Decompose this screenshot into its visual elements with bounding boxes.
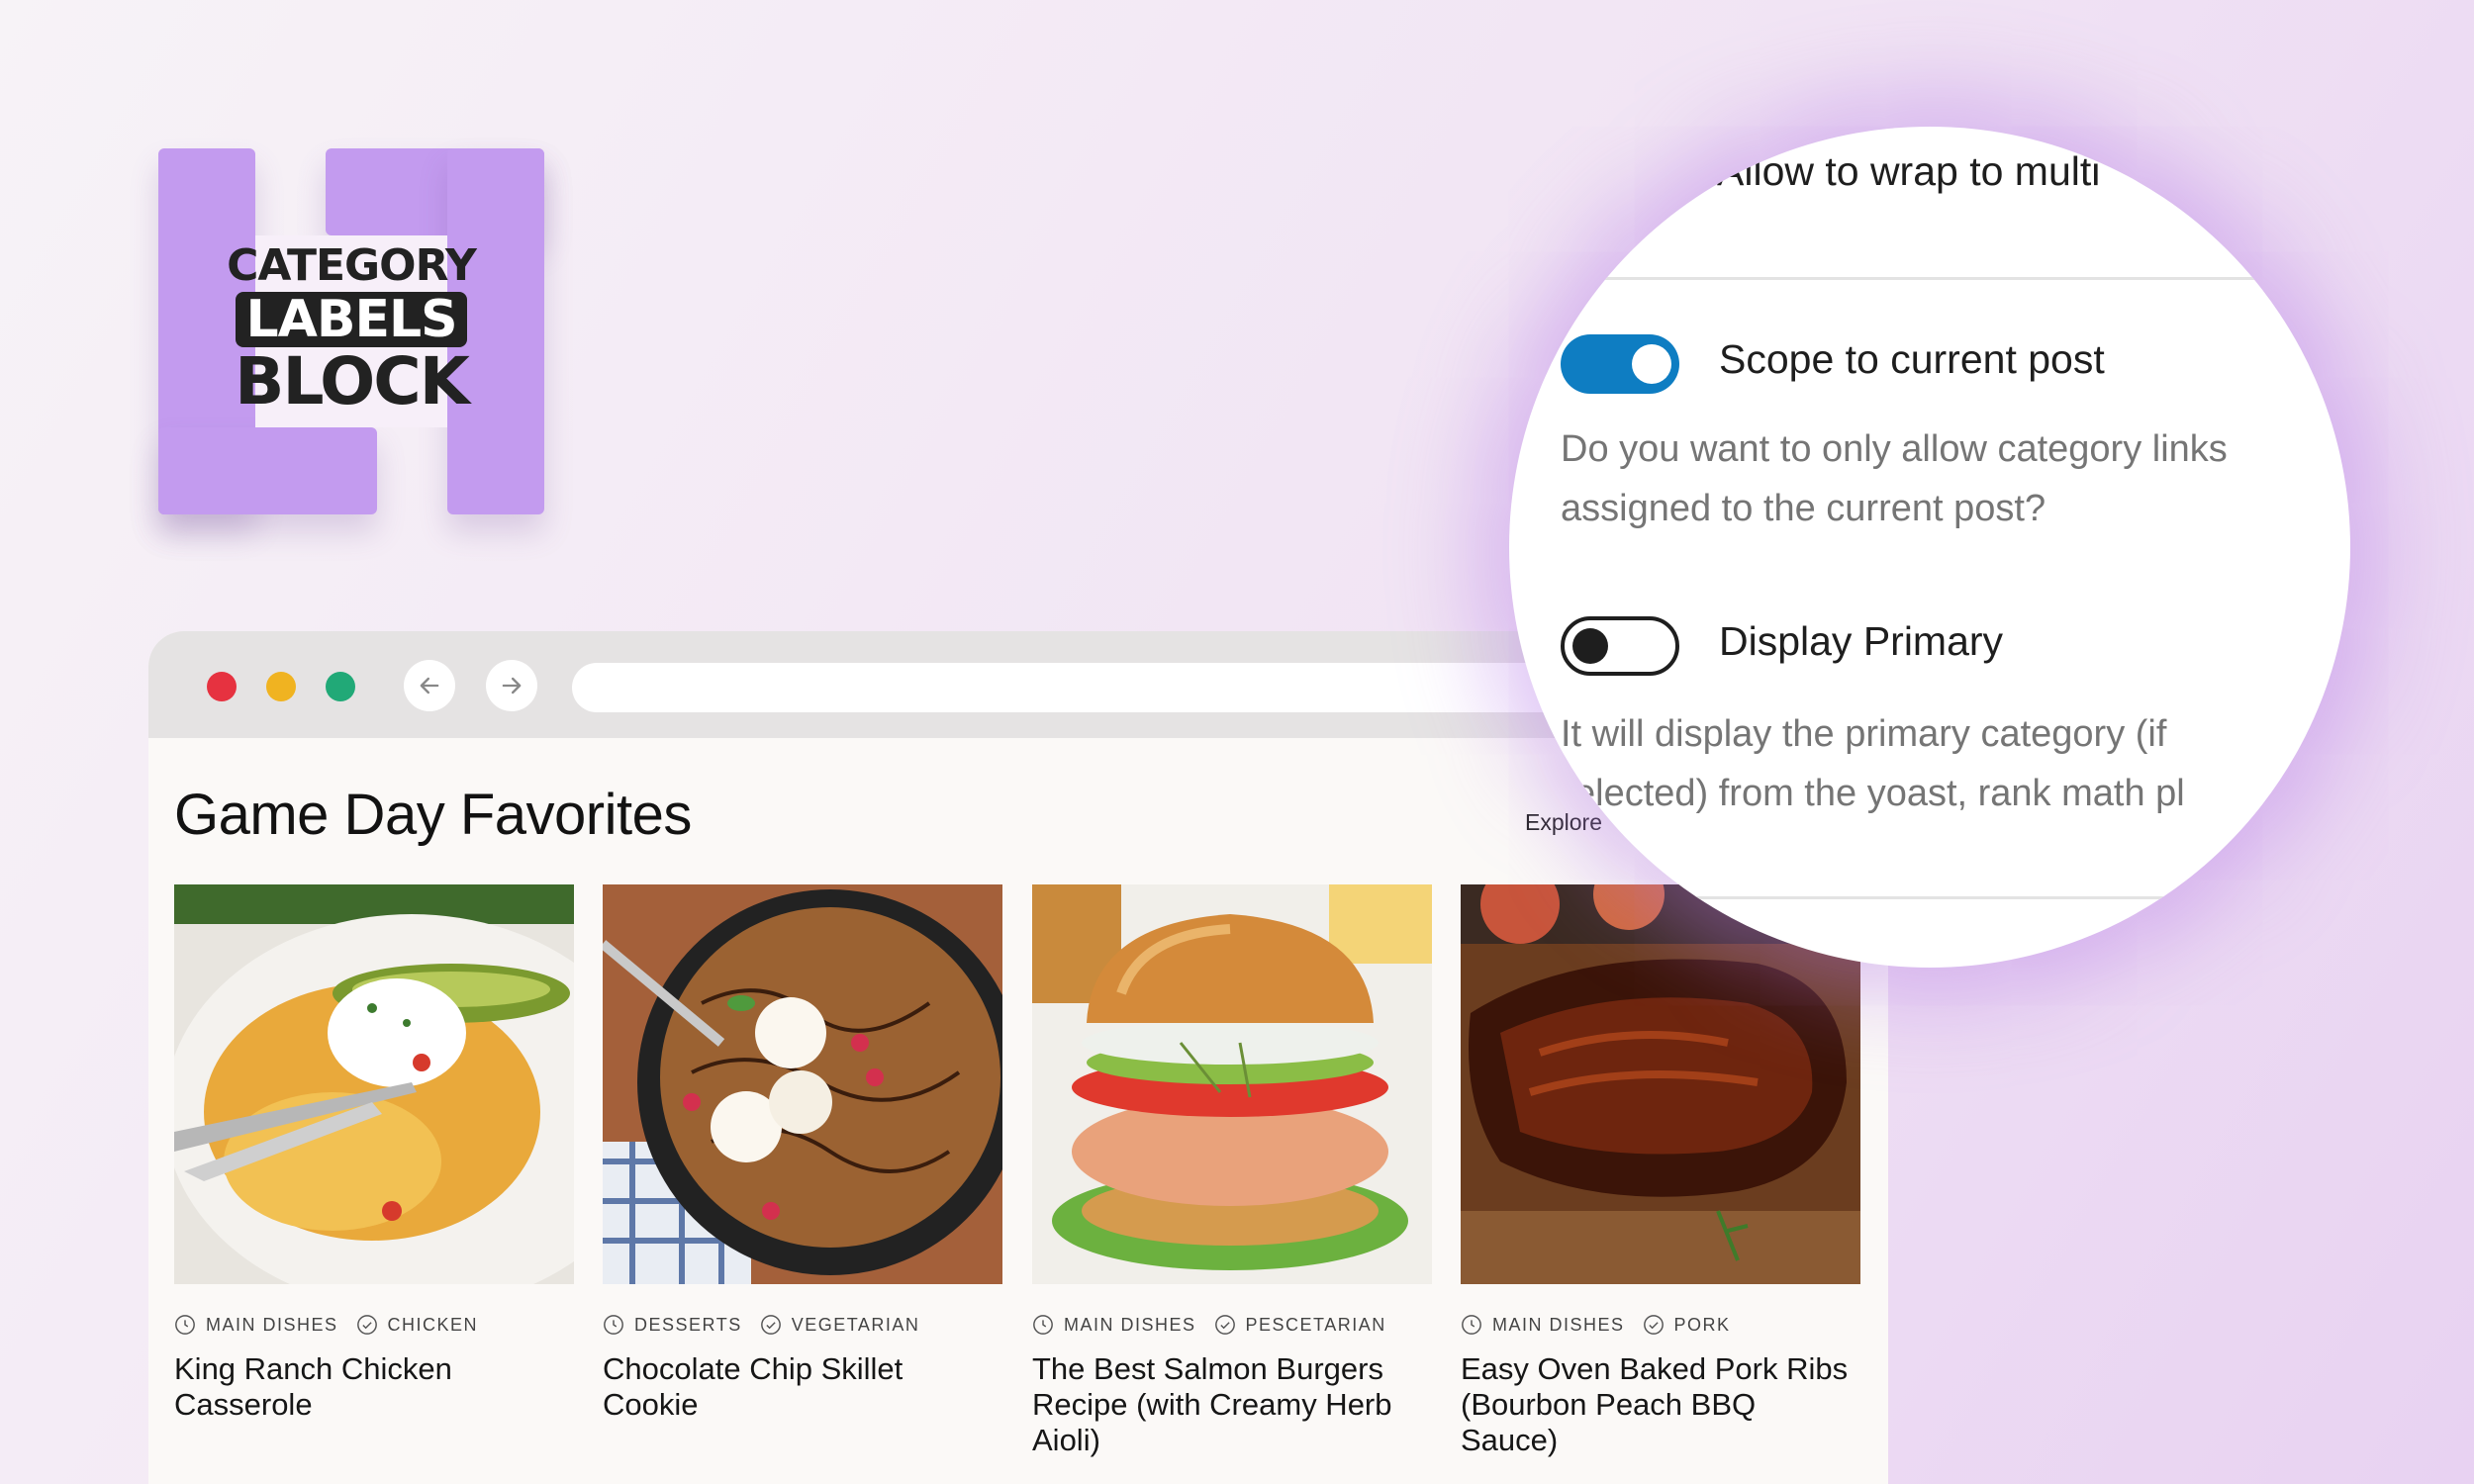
scope-help-line-1: Do you want to only allow category links	[1561, 428, 2228, 470]
recipe-card[interactable]: DESSERTS VEGETARIAN Chocolate Chip Skill…	[603, 884, 1002, 1423]
primary-help-line-1: It will display the primary category (if	[1561, 713, 2167, 755]
primary-help-line-2: elected) from the yoast, rank math pl	[1574, 773, 2185, 814]
forward-button[interactable]	[486, 660, 537, 711]
display-primary-toggle[interactable]	[1561, 616, 1679, 676]
minimize-window-dot[interactable]	[266, 672, 296, 701]
recipe-photo-skillet-cookie[interactable]	[603, 884, 1002, 1284]
recipe-title[interactable]: Easy Oven Baked Pork Ribs (Bourbon Peach…	[1461, 1351, 1860, 1458]
recipe-title[interactable]: King Ranch Chicken Casserole	[174, 1351, 574, 1423]
wrap-option-label: Allow to wrap to multi	[1717, 148, 2101, 194]
category-labels: MAIN DISHES CHICKEN	[174, 1314, 574, 1336]
close-window-dot[interactable]	[207, 672, 237, 701]
clock-icon	[1033, 1315, 1053, 1335]
logo-bracket-bottom	[158, 427, 377, 514]
settings-zoom-callout: Allow to wrap to multi Scope to current …	[1509, 127, 2350, 968]
recipe-title[interactable]: Chocolate Chip Skillet Cookie	[603, 1351, 1002, 1423]
toggle-knob	[1632, 344, 1671, 384]
arrow-right-icon	[502, 677, 522, 695]
toggle-knob	[1572, 628, 1608, 664]
logo-wordmark: CATEGORY LABELS BLOCK	[158, 244, 544, 415]
category-labels: MAIN DISHES PORK	[1461, 1314, 1860, 1336]
check-circle-icon	[760, 1315, 781, 1335]
recipe-photo-casserole[interactable]	[174, 884, 574, 1284]
category-label-primary[interactable]: MAIN DISHES	[1492, 1315, 1625, 1336]
category-label-secondary[interactable]: PESCETARIAN	[1246, 1315, 1386, 1336]
category-label-secondary[interactable]: PORK	[1674, 1315, 1731, 1336]
check-circle-icon	[356, 1315, 377, 1335]
settings-divider	[1509, 896, 2350, 899]
category-label-primary[interactable]: DESSERTS	[634, 1315, 742, 1336]
category-labels: DESSERTS VEGETARIAN	[603, 1314, 1002, 1336]
recipe-card[interactable]: MAIN DISHES PORK Easy Oven Baked Pork Ri…	[1461, 884, 1860, 1458]
scope-to-current-post-label: Scope to current post	[1719, 336, 2105, 382]
category-labels-block-logo: CATEGORY LABELS BLOCK	[158, 148, 544, 514]
clock-icon	[1462, 1315, 1481, 1335]
logo-word-block: BLOCK	[235, 343, 470, 419]
arrow-left-icon	[420, 677, 439, 695]
category-label-secondary[interactable]: CHICKEN	[388, 1315, 479, 1336]
check-circle-icon	[1643, 1315, 1664, 1335]
display-primary-label: Display Primary	[1719, 618, 2004, 664]
maximize-window-dot[interactable]	[326, 672, 355, 701]
recipe-photo-salmon-burger[interactable]	[1032, 884, 1432, 1284]
category-label-secondary[interactable]: VEGETARIAN	[792, 1315, 920, 1336]
clock-icon	[175, 1315, 195, 1335]
logo-word-category: CATEGORY	[227, 240, 477, 291]
check-circle-icon	[1214, 1315, 1235, 1335]
category-label-primary[interactable]: MAIN DISHES	[1064, 1315, 1196, 1336]
category-label-primary[interactable]: MAIN DISHES	[206, 1315, 338, 1336]
clock-icon	[604, 1315, 623, 1335]
section-title: Game Day Favorites	[174, 783, 692, 847]
category-labels: MAIN DISHES PESCETARIAN	[1032, 1314, 1432, 1336]
recipe-title[interactable]: The Best Salmon Burgers Recipe (with Cre…	[1032, 1351, 1432, 1458]
back-button[interactable]	[404, 660, 455, 711]
recipe-card[interactable]: MAIN DISHES CHICKEN King Ranch Chicken C…	[174, 884, 574, 1423]
recipe-card[interactable]: MAIN DISHES PESCETARIAN The Best Salmon …	[1032, 884, 1432, 1458]
scope-to-current-post-toggle[interactable]	[1561, 334, 1679, 394]
settings-divider	[1509, 277, 2350, 280]
logo-word-labels: LABELS	[236, 292, 467, 347]
scope-help-line-2: assigned to the current post?	[1561, 488, 2046, 529]
